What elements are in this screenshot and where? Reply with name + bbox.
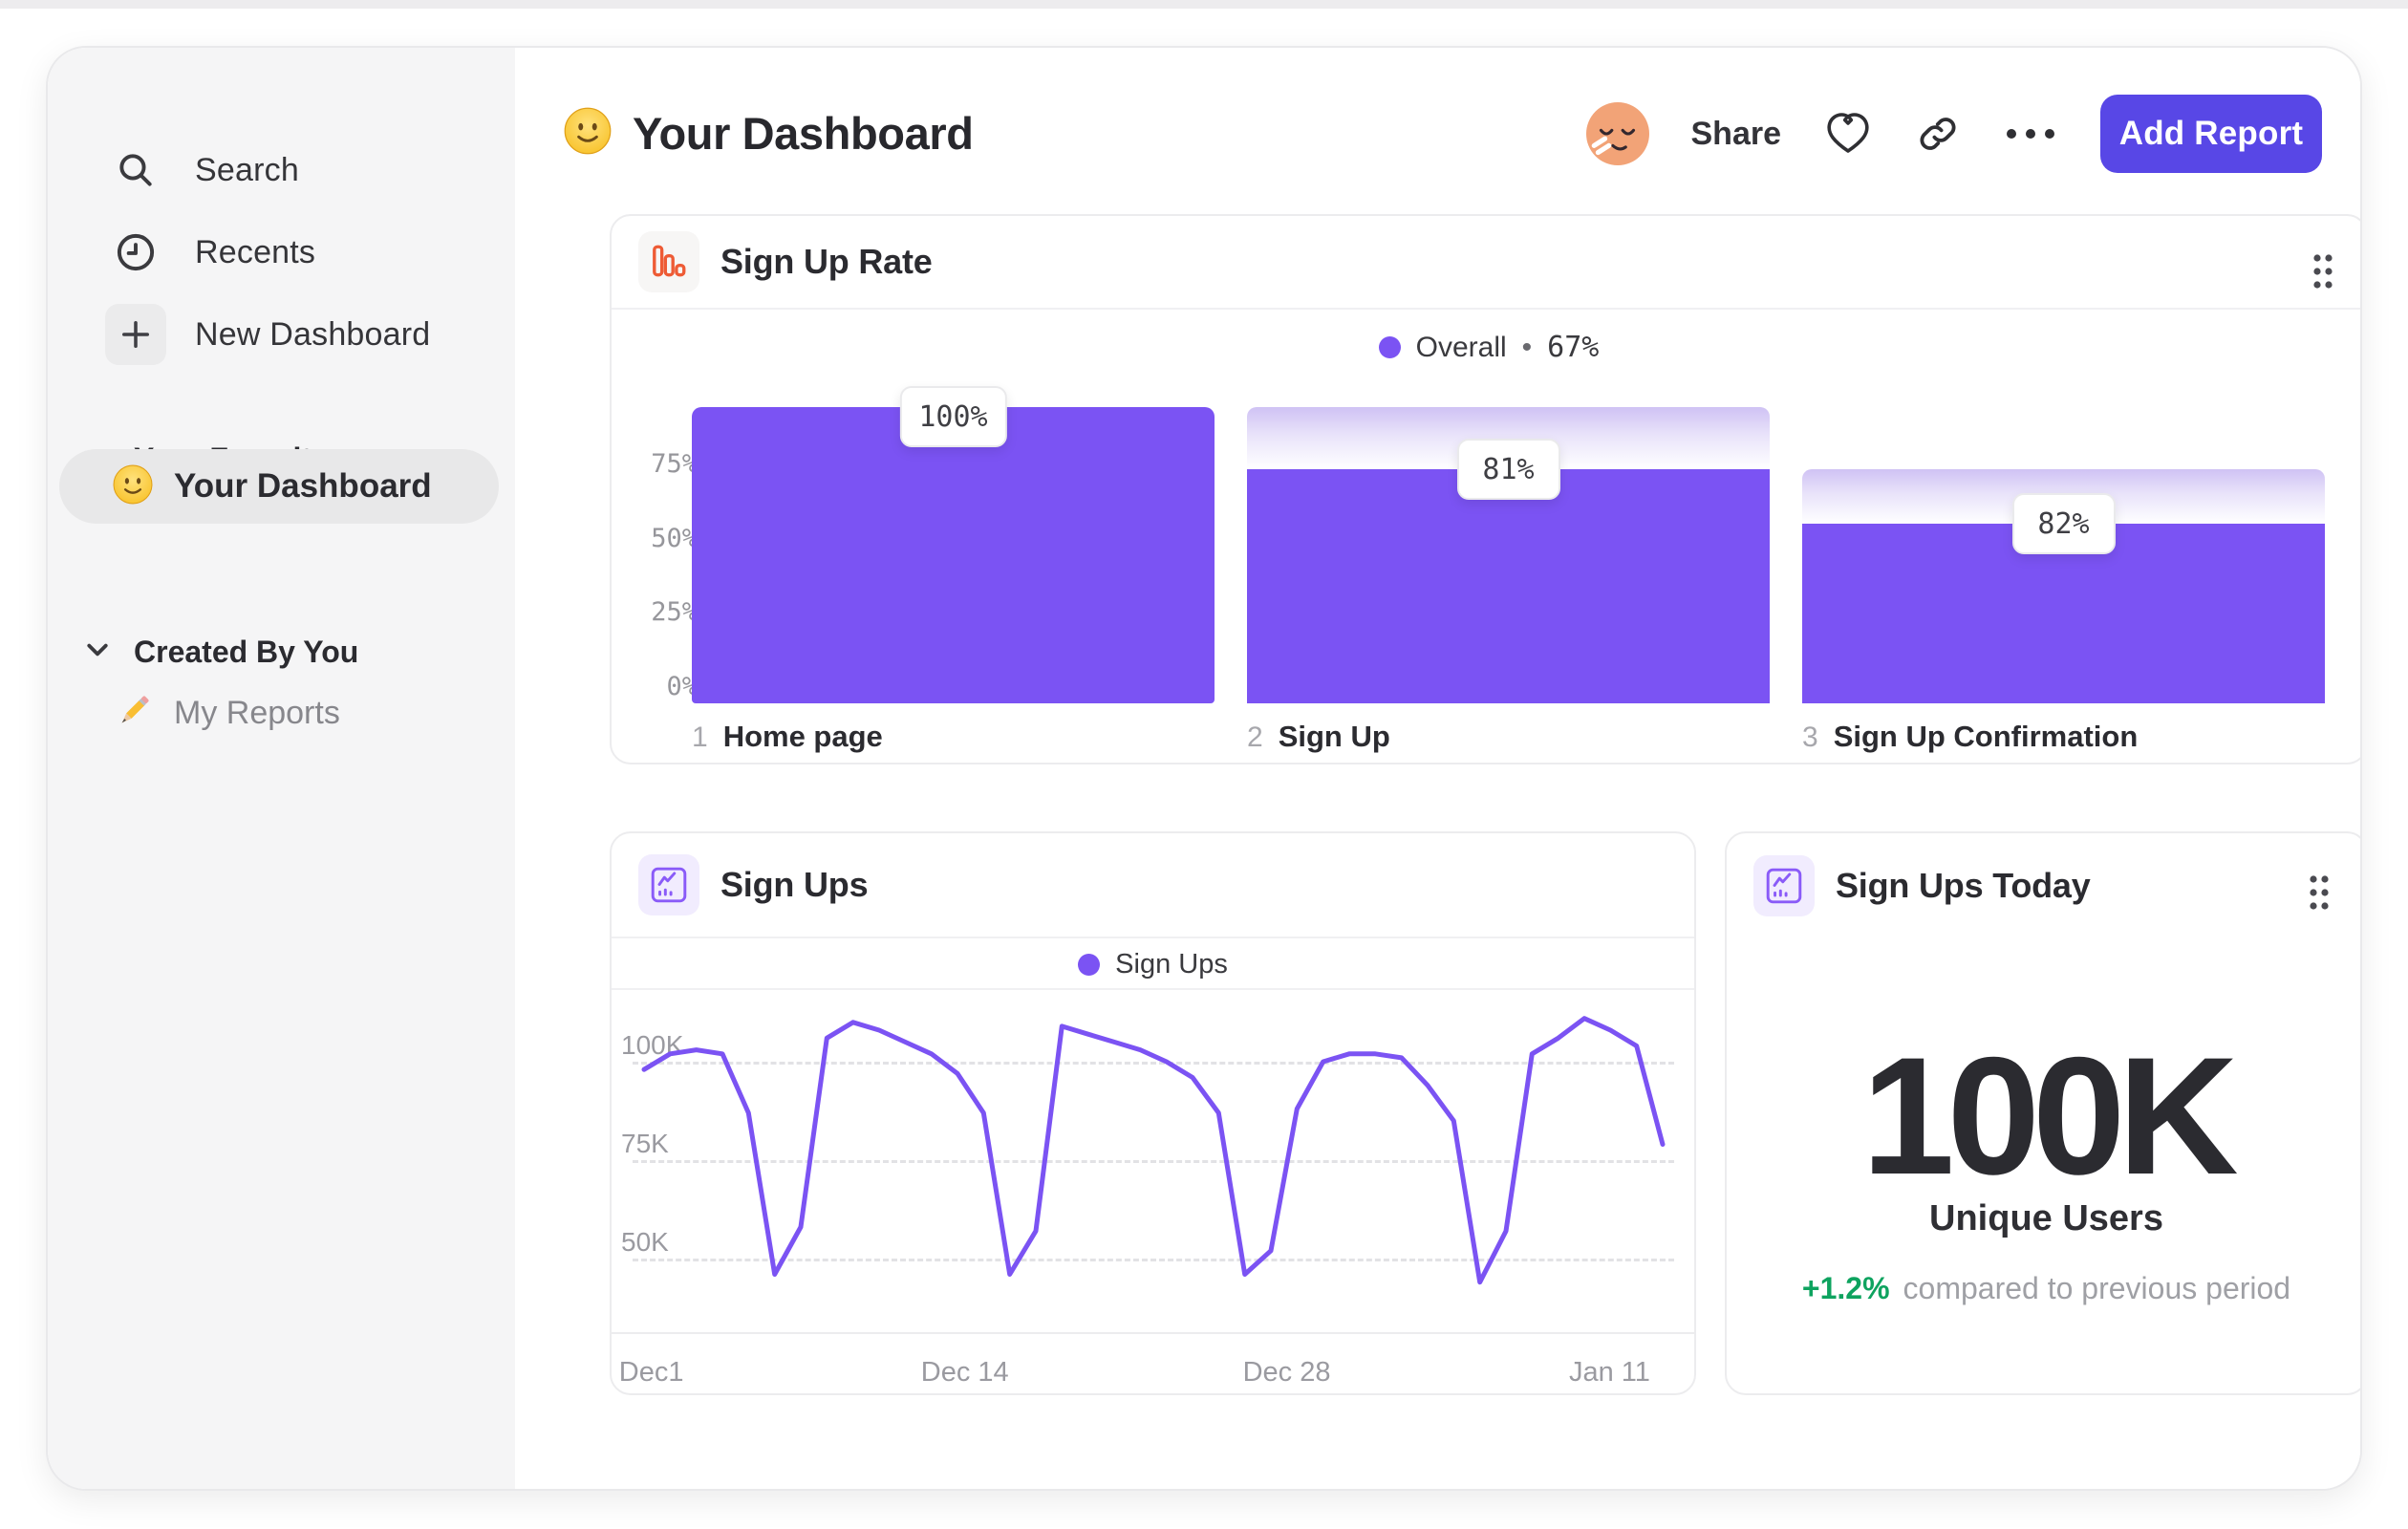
share-button[interactable]: Share	[1691, 116, 1782, 153]
drag-handle-icon[interactable]	[2305, 872, 2333, 918]
step-number: 2	[1247, 721, 1263, 753]
favorite-heart-icon[interactable]	[1823, 111, 1873, 157]
drag-handle-icon[interactable]	[2309, 250, 2337, 297]
sign-up-rate-card: Sign Up Rate Overall • 67% 75% 50% 25% 0…	[610, 214, 2360, 764]
metric-delta-row: +1.2% compared to previous period	[1727, 1271, 2360, 1306]
window-top-strip	[0, 0, 2408, 9]
metric-caption: Unique Users	[1929, 1198, 2163, 1238]
metric-value: 100K	[1861, 1023, 2238, 1210]
chevron-down-icon	[86, 642, 109, 662]
funnel-value-tooltip: 82%	[2011, 493, 2116, 555]
more-options-icon[interactable]	[2003, 124, 2058, 143]
funnel-step-label: 3 Sign Up Confirmation	[1802, 720, 2138, 754]
card-header: Sign Up Rate	[612, 216, 2360, 310]
sidebar-item-label: Your Dashboard	[174, 467, 432, 505]
sign-ups-today-card: Sign Ups Today 100K Unique Users +1.2% c…	[1725, 831, 2360, 1395]
legend-label: Sign Ups	[1115, 948, 1228, 980]
copy-link-icon[interactable]	[1915, 111, 1961, 157]
line-legend: Sign Ups	[612, 940, 1694, 990]
page-title: Your Dashboard	[633, 108, 974, 159]
sidebar: Search Recents New Dashboard Your Dashbo…	[48, 48, 515, 1489]
smiley-icon	[113, 464, 153, 509]
step-name: Sign Up	[1278, 720, 1390, 753]
funnel-bar-solid	[1247, 469, 1770, 703]
legend-dot	[1378, 336, 1401, 358]
funnel-bar-sign-up-confirmation[interactable]: 82%	[1802, 407, 2325, 703]
sidebar-item-label: Search	[195, 151, 299, 188]
funnel-step-label: 2 Sign Up	[1247, 720, 1390, 754]
card-header: Sign Ups Today	[1727, 833, 2360, 938]
legend-separator: •	[1521, 331, 1533, 363]
funnel-bar-sign-up[interactable]: 81%	[1247, 407, 1770, 703]
smiley-icon	[564, 107, 612, 160]
x-axis-label: Dec 14	[920, 1357, 1009, 1388]
step-number: 3	[1802, 721, 1818, 753]
sidebar-item-search[interactable]: Search	[105, 140, 299, 201]
metric-delta: +1.2%	[1801, 1271, 1890, 1305]
sidebar-item-label: New Dashboard	[195, 315, 431, 353]
sidebar-item-new-dashboard[interactable]: New Dashboard	[105, 304, 430, 365]
step-number: 1	[692, 721, 708, 753]
plus-icon	[105, 304, 166, 365]
page-title-wrap: Your Dashboard	[564, 107, 974, 160]
app-window: Search Recents New Dashboard Your Dashbo…	[46, 46, 2362, 1491]
line-chart-icon	[638, 854, 699, 915]
avatar[interactable]	[1585, 102, 1649, 165]
add-report-button[interactable]: Add Report	[2100, 95, 2322, 173]
x-axis-label: Jan 11	[1568, 1357, 1650, 1388]
page-header: Your Dashboard Share Add Report	[564, 86, 2322, 182]
main-content: Your Dashboard Share Add Report Sign Up …	[515, 48, 2360, 1489]
funnel-y-tick: 25%	[651, 597, 698, 627]
metric-delta-note: compared to previous period	[1903, 1271, 2291, 1305]
card-header: Sign Ups	[612, 833, 1694, 938]
line-chart-icon	[1753, 855, 1815, 916]
sidebar-item-my-reports[interactable]: My Reports	[113, 690, 340, 737]
sidebar-item-label: My Reports	[174, 695, 340, 731]
funnel-y-tick: 50%	[651, 524, 698, 553]
x-axis-label: Dec 28	[1242, 1357, 1331, 1388]
funnel-value-tooltip: 100%	[899, 386, 1007, 447]
funnel-y-tick: 75%	[651, 449, 698, 479]
legend-dot	[1078, 953, 1101, 976]
step-name: Sign Up Confirmation	[1833, 720, 2139, 753]
sidebar-item-label: Recents	[195, 233, 316, 270]
funnel-bar-home-page[interactable]: 100%	[692, 386, 1215, 703]
sidebar-item-your-dashboard[interactable]: Your Dashboard	[59, 449, 499, 524]
funnel-legend: Overall • 67%	[612, 331, 2360, 364]
legend-value: 67%	[1547, 331, 1600, 364]
pencil-icon	[113, 690, 155, 737]
legend-label: Overall	[1415, 331, 1507, 363]
card-title: Sign Ups Today	[1836, 866, 2091, 905]
bar-chart-icon	[638, 231, 699, 292]
funnel-value-tooltip: 81%	[1456, 439, 1560, 501]
sidebar-section-title: Created By You	[134, 635, 359, 669]
sign-ups-line-plot[interactable]	[633, 1012, 1674, 1332]
card-title: Sign Up Rate	[720, 242, 933, 281]
header-actions: Share Add Report	[1585, 86, 2322, 182]
sign-ups-card: Sign Ups Sign Ups 100K 75K 50K Dec1 Dec 14 D…	[610, 831, 1696, 1395]
clock-icon	[105, 222, 166, 283]
x-axis-label: Dec1	[618, 1357, 684, 1388]
line-x-axis: Dec1 Dec 14 Dec 28 Jan 11	[612, 1332, 1694, 1395]
funnel-bar-solid	[692, 407, 1215, 703]
card-title: Sign Ups	[720, 865, 869, 904]
step-name: Home page	[722, 720, 883, 753]
search-icon	[105, 140, 166, 201]
funnel-y-tick: 0%	[666, 672, 698, 701]
funnel-step-label: 1 Home page	[692, 720, 883, 754]
sidebar-section-created-by-you[interactable]: Created By You	[86, 635, 358, 670]
sidebar-item-recents[interactable]: Recents	[105, 222, 315, 283]
